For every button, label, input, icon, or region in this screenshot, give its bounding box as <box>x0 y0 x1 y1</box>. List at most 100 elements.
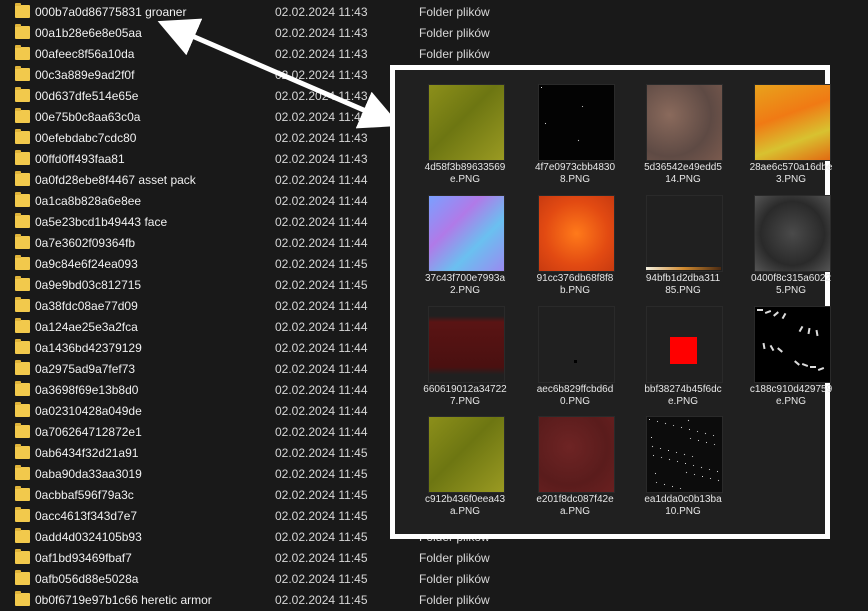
thumbnail-filename: 4d58f3b89633569 e.PNG <box>424 162 506 185</box>
texture-thumbnail <box>538 84 615 161</box>
speckle <box>663 483 666 486</box>
speckle <box>581 105 584 108</box>
speckle <box>544 122 547 125</box>
speckle <box>687 419 690 422</box>
folder-row[interactable]: 000b7a0d86775831 groaner 02.02.2024 11:43… <box>0 2 868 23</box>
modified-date: 02.02.2024 11:43 <box>275 47 368 61</box>
speckle <box>679 487 682 490</box>
modified-date: 02.02.2024 11:43 <box>275 152 368 166</box>
folder-icon <box>15 255 30 270</box>
png-thumbnail-item[interactable]: c912b436f0eea43 a.PNG <box>415 408 515 517</box>
folder-icon <box>15 3 30 18</box>
modified-date: 02.02.2024 11:45 <box>275 467 368 481</box>
speckle <box>693 473 696 476</box>
folder-name: 0aba90da33aa3019 <box>35 467 142 481</box>
folder-icon <box>15 129 30 144</box>
speckle <box>764 310 772 314</box>
folder-icon <box>15 402 30 417</box>
folder-name: 0a02310428a049de <box>35 404 142 418</box>
thumbnail-preview-panel: 4d58f3b89633569 e.PNG 4f7e0973cbb4830 8.PNG… <box>390 65 832 539</box>
thumbnail-filename: 94bfb1d2dba311 85.PNG <box>645 273 721 296</box>
modified-date: 02.02.2024 11:44 <box>275 320 368 334</box>
png-thumbnail-item[interactable]: 4f7e0973cbb4830 8.PNG <box>525 76 625 185</box>
png-thumbnail-item[interactable]: 0400f8c315a6022 5.PNG <box>741 187 841 296</box>
png-thumbnail-item[interactable]: 660619012a34722 7.PNG <box>415 298 515 407</box>
folder-icon <box>15 297 30 312</box>
png-thumbnail-item[interactable]: bbf38274b45f6dc e.PNG <box>633 298 733 407</box>
modified-date: 02.02.2024 11:45 <box>275 257 368 271</box>
modified-date: 02.02.2024 11:44 <box>275 383 368 397</box>
modified-date: 02.02.2024 11:44 <box>275 236 368 250</box>
folder-name: 0acbbaf596f79a3c <box>35 488 134 502</box>
speckle <box>668 458 671 461</box>
folder-name: 0af1bd93469fbaf7 <box>35 551 132 565</box>
folder-row[interactable]: 0afb056d88e5028a 02.02.2024 11:45 Folder p… <box>0 569 868 590</box>
speckle <box>697 439 700 442</box>
speckle <box>704 432 707 435</box>
item-type: Folder plików <box>419 26 490 40</box>
png-thumbnail-item[interactable]: 5d36542e49edd5 14.PNG <box>633 76 733 185</box>
modified-date: 02.02.2024 11:45 <box>275 572 368 586</box>
folder-name: 00ffd0ff493faa81 <box>35 152 125 166</box>
modified-date: 02.02.2024 11:45 <box>275 593 368 607</box>
folder-row[interactable]: 00afeec8f56a10da 02.02.2024 11:43 Folder p… <box>0 44 868 65</box>
thumbnail-filename: 660619012a34722 7.PNG <box>423 384 507 407</box>
folder-name: 0afb056d88e5028a <box>35 572 139 586</box>
folder-icon <box>15 87 30 102</box>
folder-icon <box>15 150 30 165</box>
folder-name: 0a1436bd42379129 <box>35 341 142 355</box>
speckle <box>676 460 679 463</box>
item-type: Folder plików <box>419 572 490 586</box>
speckle <box>810 366 816 368</box>
speckle <box>660 456 663 459</box>
speckle <box>649 419 650 420</box>
folder-icon <box>15 360 30 375</box>
png-thumbnail-item[interactable]: 37c43f700e7993a 2.PNG <box>415 187 515 296</box>
speckle <box>675 451 678 454</box>
texture-thumbnail <box>428 195 505 272</box>
modified-date: 02.02.2024 11:43 <box>275 89 368 103</box>
png-thumbnail-item[interactable]: 28ae6c570a16dbe 3.PNG <box>741 76 841 185</box>
folder-row[interactable]: 00a1b28e6e8e05aa 02.02.2024 11:43 Folder p… <box>0 23 868 44</box>
folder-name: 00a1b28e6e8e05aa <box>35 26 142 40</box>
modified-date: 02.02.2024 11:43 <box>275 68 368 82</box>
gradient-strip-texture <box>646 267 721 270</box>
folder-name: 0a2975ad9a7fef73 <box>35 362 136 376</box>
png-thumbnail-item[interactable]: 91cc376db68f8f8 b.PNG <box>525 187 625 296</box>
thumbnail-filename: 0400f8c315a6022 5.PNG <box>750 273 832 296</box>
speckle <box>654 472 657 475</box>
png-thumbnail-item[interactable]: aec6b829ffcbd6d 0.PNG <box>525 298 625 407</box>
speckle <box>702 476 703 477</box>
modified-date: 02.02.2024 11:44 <box>275 173 368 187</box>
png-thumbnail-item[interactable]: 94bfb1d2dba311 85.PNG <box>633 187 733 296</box>
speckle <box>672 424 675 427</box>
item-type: Folder plików <box>419 551 490 565</box>
png-thumbnail-item[interactable]: c188c910d429759 e.PNG <box>741 298 841 407</box>
folder-icon <box>15 381 30 396</box>
modified-date: 02.02.2024 11:44 <box>275 425 368 439</box>
texture-thumbnail <box>754 306 831 383</box>
speckle <box>688 428 691 431</box>
folder-row[interactable]: 0af1bd93469fbaf7 02.02.2024 11:45 Folder p… <box>0 548 868 569</box>
folder-icon <box>15 570 30 585</box>
speckle <box>713 443 716 446</box>
png-thumbnail-item[interactable]: ea1dda0c0b13ba 10.PNG <box>633 408 733 517</box>
speckle <box>769 344 775 352</box>
folder-name: 00e75b0c8aa63c0a <box>35 110 141 124</box>
folder-name: 00afeec8f56a10da <box>35 47 135 61</box>
png-thumbnail-item[interactable]: e201f8dc087f42e a.PNG <box>525 408 625 517</box>
folder-icon <box>15 423 30 438</box>
speckle <box>798 325 804 333</box>
thumbnail-filename: aec6b829ffcbd6d 0.PNG <box>536 384 614 407</box>
folder-icon <box>15 339 30 354</box>
texture-thumbnail <box>538 416 615 493</box>
modified-date: 02.02.2024 11:45 <box>275 551 368 565</box>
speckle <box>712 434 715 437</box>
speckle <box>777 347 783 353</box>
modified-date: 02.02.2024 11:44 <box>275 194 368 208</box>
png-thumbnail-item[interactable]: 4d58f3b89633569 e.PNG <box>415 76 515 185</box>
folder-row[interactable]: 0b0f6719e97b1c66 heretic armor 02.02.2024… <box>0 590 868 611</box>
speckle <box>652 454 655 457</box>
folder-icon <box>15 444 30 459</box>
modified-date: 02.02.2024 11:45 <box>275 530 368 544</box>
